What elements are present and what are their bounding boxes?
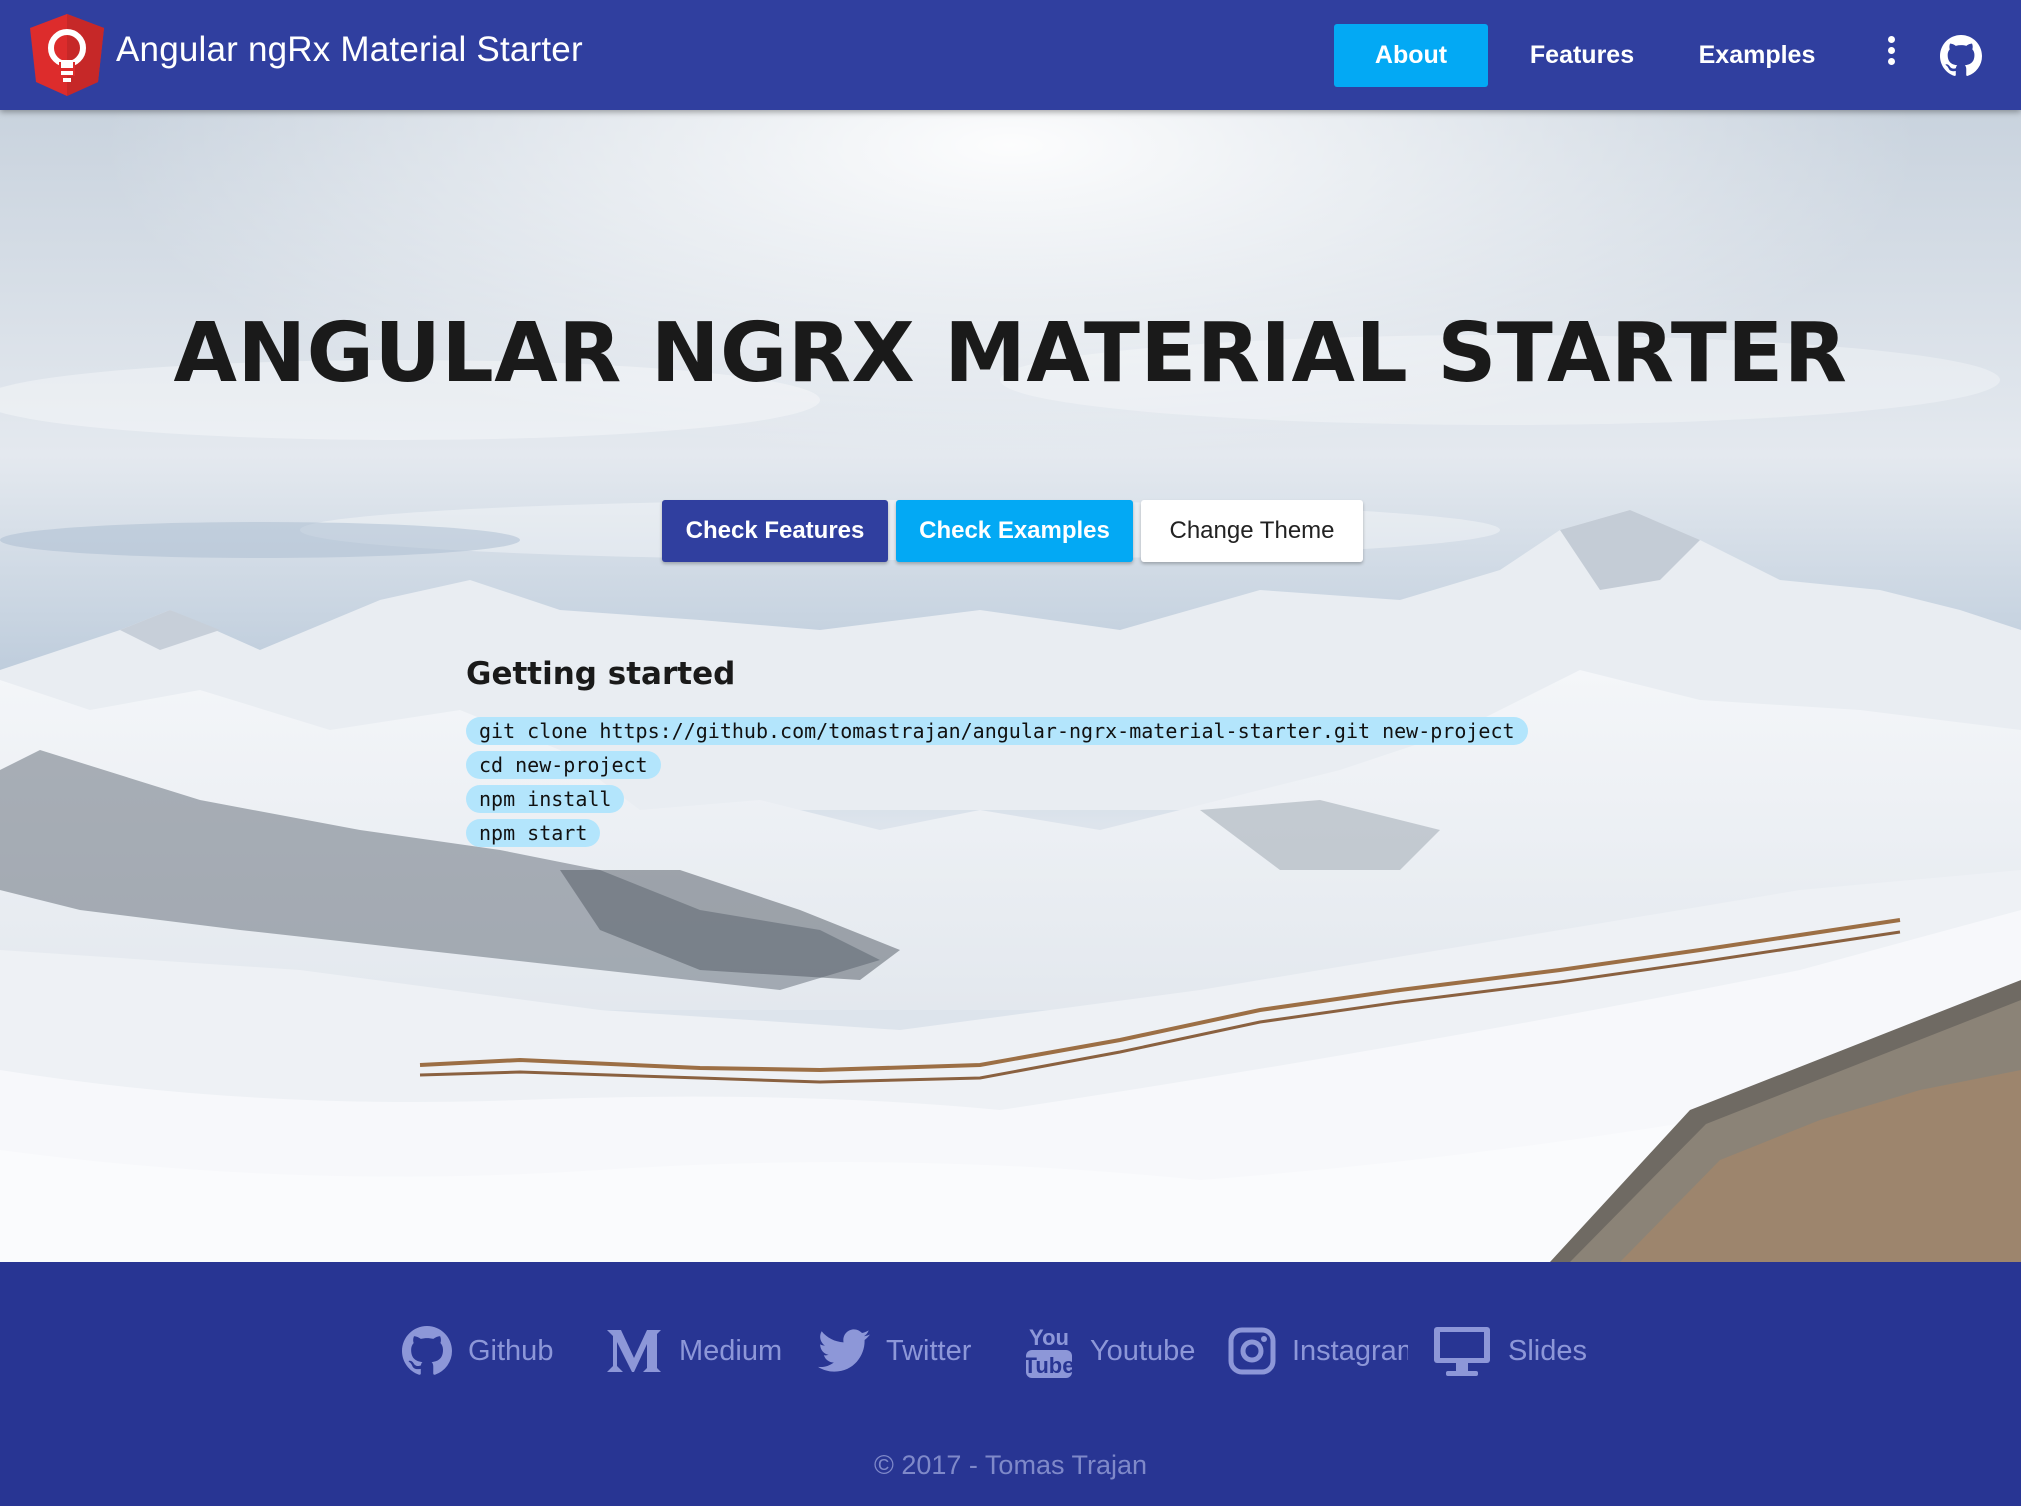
toolbar: Angular ngRx Material Starter About Feat… — [0, 0, 2021, 110]
change-theme-button[interactable]: Change Theme — [1141, 500, 1363, 562]
footer-link-label: Youtube — [1090, 1334, 1196, 1367]
footer-link-youtube[interactable]: You Tube Youtube — [1024, 1322, 1195, 1380]
app-title[interactable]: Angular ngRx Material Starter — [116, 30, 583, 70]
check-examples-button[interactable]: Check Examples — [896, 500, 1133, 562]
instagram-icon — [1228, 1327, 1276, 1375]
footer-link-slides[interactable]: Slides — [1432, 1322, 1587, 1380]
footer-link-label: Github — [468, 1334, 554, 1367]
footer-link-medium[interactable]: Medium — [605, 1322, 782, 1380]
nav-examples[interactable]: Examples — [1682, 24, 1832, 87]
footer-link-instagram[interactable]: Instagram — [1228, 1322, 1408, 1380]
nav-about[interactable]: About — [1334, 24, 1488, 87]
mountain-panorama-image — [0, 110, 2021, 1262]
hero-section: ANGULAR NGRX MATERIAL STARTER Check Feat… — [0, 110, 2021, 1262]
code-cd: cd new-project — [466, 751, 661, 779]
footer-link-label: Instagram — [1292, 1334, 1408, 1367]
medium-icon — [607, 1330, 661, 1372]
hero-title: ANGULAR NGRX MATERIAL STARTER — [173, 306, 1848, 401]
footer-link-github[interactable]: Github — [402, 1322, 553, 1380]
twitter-icon — [818, 1329, 870, 1372]
youtube-icon: You Tube — [1024, 1325, 1074, 1378]
code-npm-install: npm install — [466, 785, 625, 813]
svg-text:Tube: Tube — [1024, 1353, 1074, 1378]
lightbulb-shield-icon[interactable] — [26, 12, 108, 98]
code-npm-start: npm start — [466, 819, 601, 847]
footer-link-label: Twitter — [886, 1334, 972, 1367]
check-features-button[interactable]: Check Features — [662, 500, 888, 562]
footer-link-label: Medium — [679, 1334, 783, 1367]
github-icon[interactable] — [1940, 35, 1982, 77]
copyright-text: © 2017 - Tomas Trajan — [873, 1450, 1148, 1480]
github-icon — [402, 1326, 452, 1375]
code-git-clone: git clone https://github.com/tomastrajan… — [466, 717, 1528, 745]
more-vert-icon[interactable] — [1876, 36, 1906, 76]
footer-link-twitter[interactable]: Twitter — [818, 1322, 971, 1380]
getting-started-heading: Getting started — [466, 656, 736, 692]
svg-text:You: You — [1029, 1325, 1069, 1350]
monitor-icon — [1434, 1327, 1490, 1376]
nav-features[interactable]: Features — [1512, 24, 1652, 87]
footer-link-label: Slides — [1508, 1334, 1587, 1367]
footer: Github Medium Twitter You Tube Youtube I… — [0, 1262, 2021, 1422]
